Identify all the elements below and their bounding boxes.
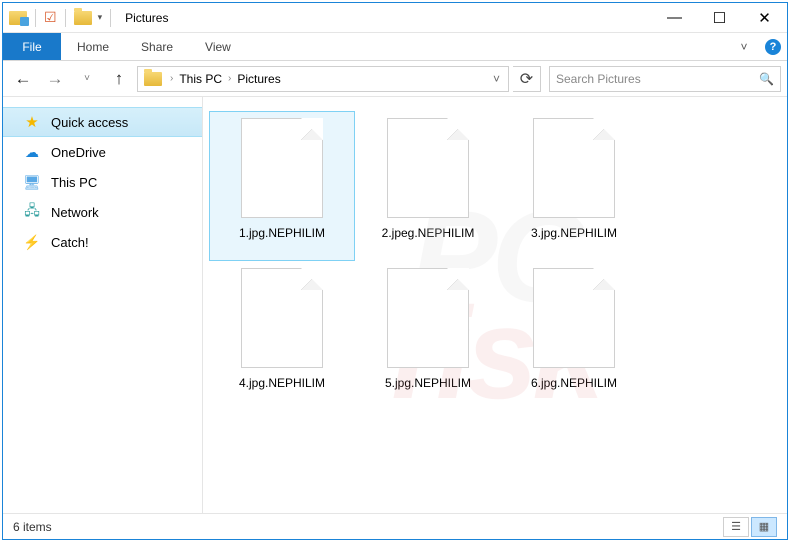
sidebar-item-onedrive[interactable]: ☁ OneDrive	[3, 137, 202, 167]
sidebar-item-this-pc[interactable]: 🖥 This PC	[3, 167, 202, 197]
details-view-button[interactable]: ☰	[723, 517, 749, 537]
sidebar-item-label: OneDrive	[51, 145, 106, 160]
quick-access-toolbar: ☑ ▾	[3, 9, 119, 27]
file-item[interactable]: 6.jpg.NEPHILIM	[501, 261, 647, 411]
refresh-button[interactable]: ⟳	[513, 66, 541, 92]
forward-button[interactable]: →	[41, 65, 69, 93]
qat-separator	[110, 9, 111, 27]
status-text: 6 items	[13, 520, 52, 534]
tab-share[interactable]: Share	[125, 33, 189, 60]
sidebar-item-label: This PC	[51, 175, 97, 190]
network-icon: 🖧	[23, 200, 41, 224]
file-icon	[533, 268, 615, 368]
ribbon-collapse-icon[interactable]: ˅	[729, 33, 759, 60]
monitor-icon: 🖥	[23, 174, 41, 191]
star-icon: ★	[23, 113, 41, 131]
ribbon-tabs: File Home Share View ˅ ?	[3, 33, 787, 61]
breadcrumb-root[interactable]: This PC	[177, 72, 224, 86]
sidebar-item-label: Quick access	[51, 115, 128, 130]
icons-view-button[interactable]: ▦	[751, 517, 777, 537]
search-input[interactable]: Search Pictures 🔍	[549, 66, 781, 92]
address-dropdown-icon[interactable]: ˅	[487, 72, 506, 86]
file-item[interactable]: 5.jpg.NEPHILIM	[355, 261, 501, 411]
search-icon: 🔍	[759, 72, 774, 86]
file-item[interactable]: 2.jpeg.NEPHILIM	[355, 111, 501, 261]
qat-separator	[65, 9, 66, 27]
cloud-icon: ☁	[23, 144, 41, 161]
file-tab[interactable]: File	[3, 33, 61, 60]
qat-separator	[35, 9, 36, 27]
file-item[interactable]: 4.jpg.NEPHILIM	[209, 261, 355, 411]
close-button[interactable]: ✕	[742, 3, 787, 32]
window-title: Pictures	[125, 11, 168, 25]
back-button[interactable]: ←	[9, 65, 37, 93]
navigation-row: ← → ˅ ↑ › This PC › Pictures ˅ ⟳ Search …	[3, 61, 787, 97]
folder-icon	[74, 11, 92, 25]
sidebar-item-label: Catch!	[51, 235, 89, 250]
file-icon	[533, 118, 615, 218]
file-name: 1.jpg.NEPHILIM	[212, 226, 352, 240]
address-bar[interactable]: › This PC › Pictures ˅	[137, 66, 509, 92]
lightning-icon: ⚡	[23, 234, 41, 251]
breadcrumb-separator-icon: ›	[170, 73, 173, 84]
search-placeholder: Search Pictures	[556, 72, 641, 86]
status-bar: 6 items ☰ ▦	[3, 513, 787, 539]
file-name: 3.jpg.NEPHILIM	[504, 226, 644, 240]
folder-icon	[144, 72, 162, 86]
qat-dropdown-icon[interactable]: ▾	[98, 12, 103, 23]
file-item[interactable]: 1.jpg.NEPHILIM	[209, 111, 355, 261]
sidebar-item-label: Network	[51, 205, 99, 220]
file-name: 2.jpeg.NEPHILIM	[358, 226, 498, 240]
sidebar-item-quick-access[interactable]: ★ Quick access	[3, 107, 202, 137]
title-bar: ☑ ▾ Pictures — ☐ ✕	[3, 3, 787, 33]
tab-view[interactable]: View	[189, 33, 247, 60]
file-name: 5.jpg.NEPHILIM	[358, 376, 498, 390]
explorer-icon	[9, 11, 27, 25]
navigation-pane: ★ Quick access ☁ OneDrive 🖥 This PC 🖧 Ne…	[3, 97, 203, 513]
file-item[interactable]: 3.jpg.NEPHILIM	[501, 111, 647, 261]
recent-locations-dropdown[interactable]: ˅	[73, 65, 101, 93]
up-button[interactable]: ↑	[105, 65, 133, 93]
file-name: 4.jpg.NEPHILIM	[212, 376, 352, 390]
view-mode-buttons: ☰ ▦	[723, 517, 777, 537]
breadcrumb-separator-icon: ›	[228, 73, 231, 84]
help-button[interactable]: ?	[759, 33, 787, 61]
minimize-button[interactable]: —	[652, 3, 697, 32]
file-list-pane[interactable]: PC risk 1.jpg.NEPHILIM 2.jpeg.NEPHILIM 3…	[203, 97, 787, 513]
sidebar-item-network[interactable]: 🖧 Network	[3, 197, 202, 227]
explorer-window: ☑ ▾ Pictures — ☐ ✕ File Home Share View …	[2, 2, 788, 540]
file-icon	[241, 268, 323, 368]
file-name: 6.jpg.NEPHILIM	[504, 376, 644, 390]
qat-properties-icon[interactable]: ☑	[44, 9, 57, 26]
window-controls: — ☐ ✕	[652, 3, 787, 32]
help-icon: ?	[765, 39, 781, 55]
breadcrumb-current[interactable]: Pictures	[235, 72, 282, 86]
file-icon	[387, 118, 469, 218]
maximize-button[interactable]: ☐	[697, 3, 742, 32]
main-area: ★ Quick access ☁ OneDrive 🖥 This PC 🖧 Ne…	[3, 97, 787, 513]
file-grid: 1.jpg.NEPHILIM 2.jpeg.NEPHILIM 3.jpg.NEP…	[209, 111, 781, 411]
sidebar-item-catch[interactable]: ⚡ Catch!	[3, 227, 202, 257]
tab-home[interactable]: Home	[61, 33, 125, 60]
file-icon	[241, 118, 323, 218]
file-icon	[387, 268, 469, 368]
